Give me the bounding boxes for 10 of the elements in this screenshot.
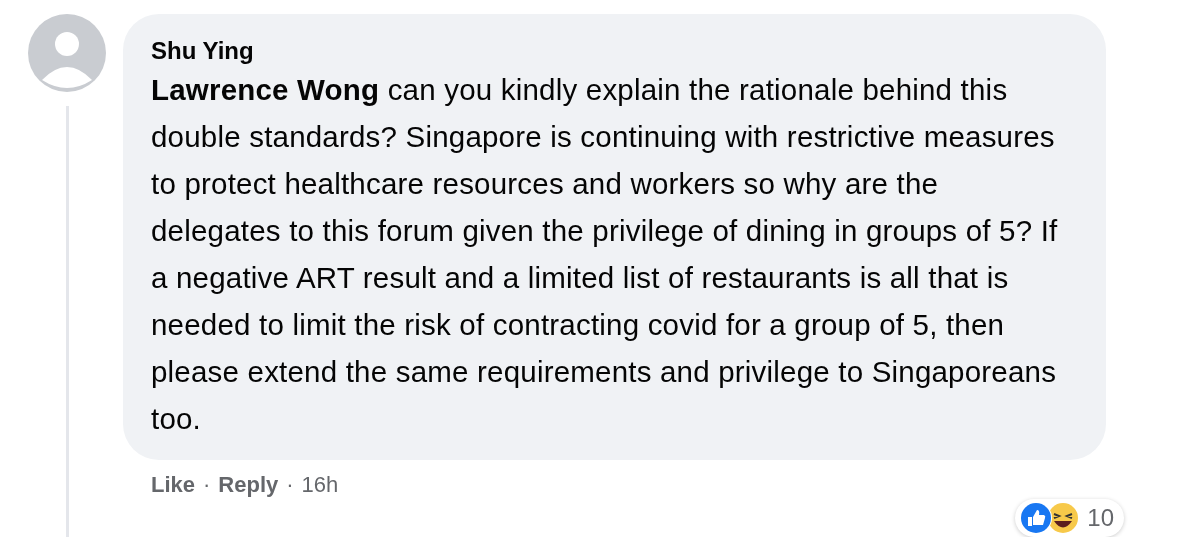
separator-dot: · [286, 472, 294, 498]
avatar-icon[interactable] [28, 14, 106, 92]
timestamp[interactable]: 16h [301, 472, 339, 498]
comment-text: Lawrence Wong can you kindly explain the rationale behind this double standards? Singapore is continuing with restrictive measures to protect healthcare resources and workers so why are the delegates to this forum given the privilege of dining in groups of 5? If a negative ART result and a limited list of restaurants is all that is needed to limit the risk of contracting covid for a group of 5, then please extend the same requirements and privilege to Singaporeans too. [151, 72, 1059, 437]
action-link[interactable]: Reply [218, 472, 279, 498]
reactions-badge[interactable]: 10 [1015, 499, 1124, 537]
action-link[interactable]: Like [151, 472, 196, 498]
reaction-count: 10 [1087, 504, 1114, 532]
author-name[interactable]: Shu Ying [151, 36, 1072, 66]
separator-dot: · [203, 472, 211, 498]
